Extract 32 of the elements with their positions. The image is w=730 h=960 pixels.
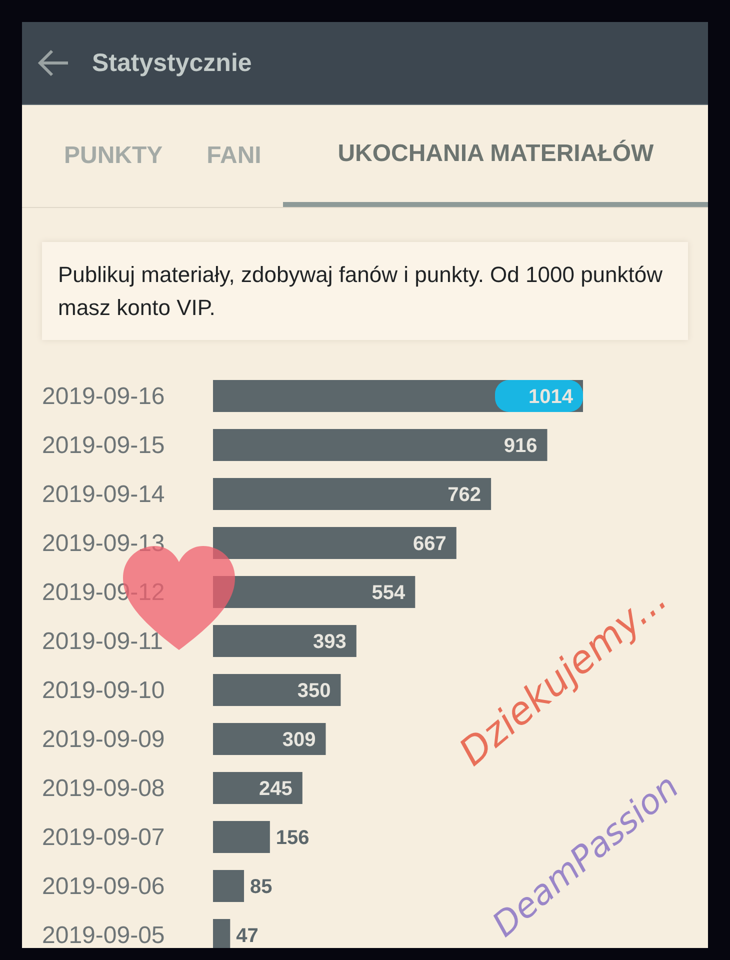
date-label: 2019-09-06	[42, 873, 165, 900]
value-label: 85	[250, 876, 272, 898]
date-label: 2019-09-07	[42, 824, 165, 851]
date-label: 2019-09-16	[42, 383, 165, 410]
info-card: Publikuj materiały, zdobywaj fanów i punkty. Od 1000 punktów masz konto VIP.	[42, 242, 688, 340]
value-label: 245	[259, 778, 292, 800]
date-label: 2019-09-14	[42, 481, 165, 508]
tab[interactable]: UKOCHANIA MATERIAŁÓW	[283, 105, 708, 207]
value-label: 309	[282, 729, 316, 751]
back-arrow-icon[interactable]	[36, 48, 70, 78]
value-label: 762	[448, 484, 482, 506]
value-label: 667	[413, 533, 446, 555]
bar	[213, 919, 230, 948]
value-label: 916	[504, 435, 538, 457]
date-label: 2019-09-11	[42, 628, 163, 655]
tab[interactable]: FANI	[184, 105, 284, 207]
value-label: 554	[372, 582, 406, 604]
value-label: 350	[297, 680, 331, 702]
value-label: 156	[276, 827, 310, 849]
date-label: 2019-09-05	[42, 922, 165, 948]
value-label: 47	[236, 925, 258, 947]
date-label: 2019-09-08	[42, 775, 165, 802]
date-label: 2019-09-15	[42, 432, 165, 459]
bar	[213, 821, 270, 853]
date-label: 2019-09-10	[42, 677, 165, 704]
value-label: 1014	[528, 386, 573, 408]
date-label: 2019-09-09	[42, 726, 165, 753]
value-label: 393	[313, 631, 346, 653]
date-label: 2019-09-13	[42, 530, 165, 557]
tab[interactable]: PUNKTY	[42, 105, 185, 207]
bar	[213, 870, 244, 902]
screen-title: Statystycznie	[92, 48, 252, 78]
